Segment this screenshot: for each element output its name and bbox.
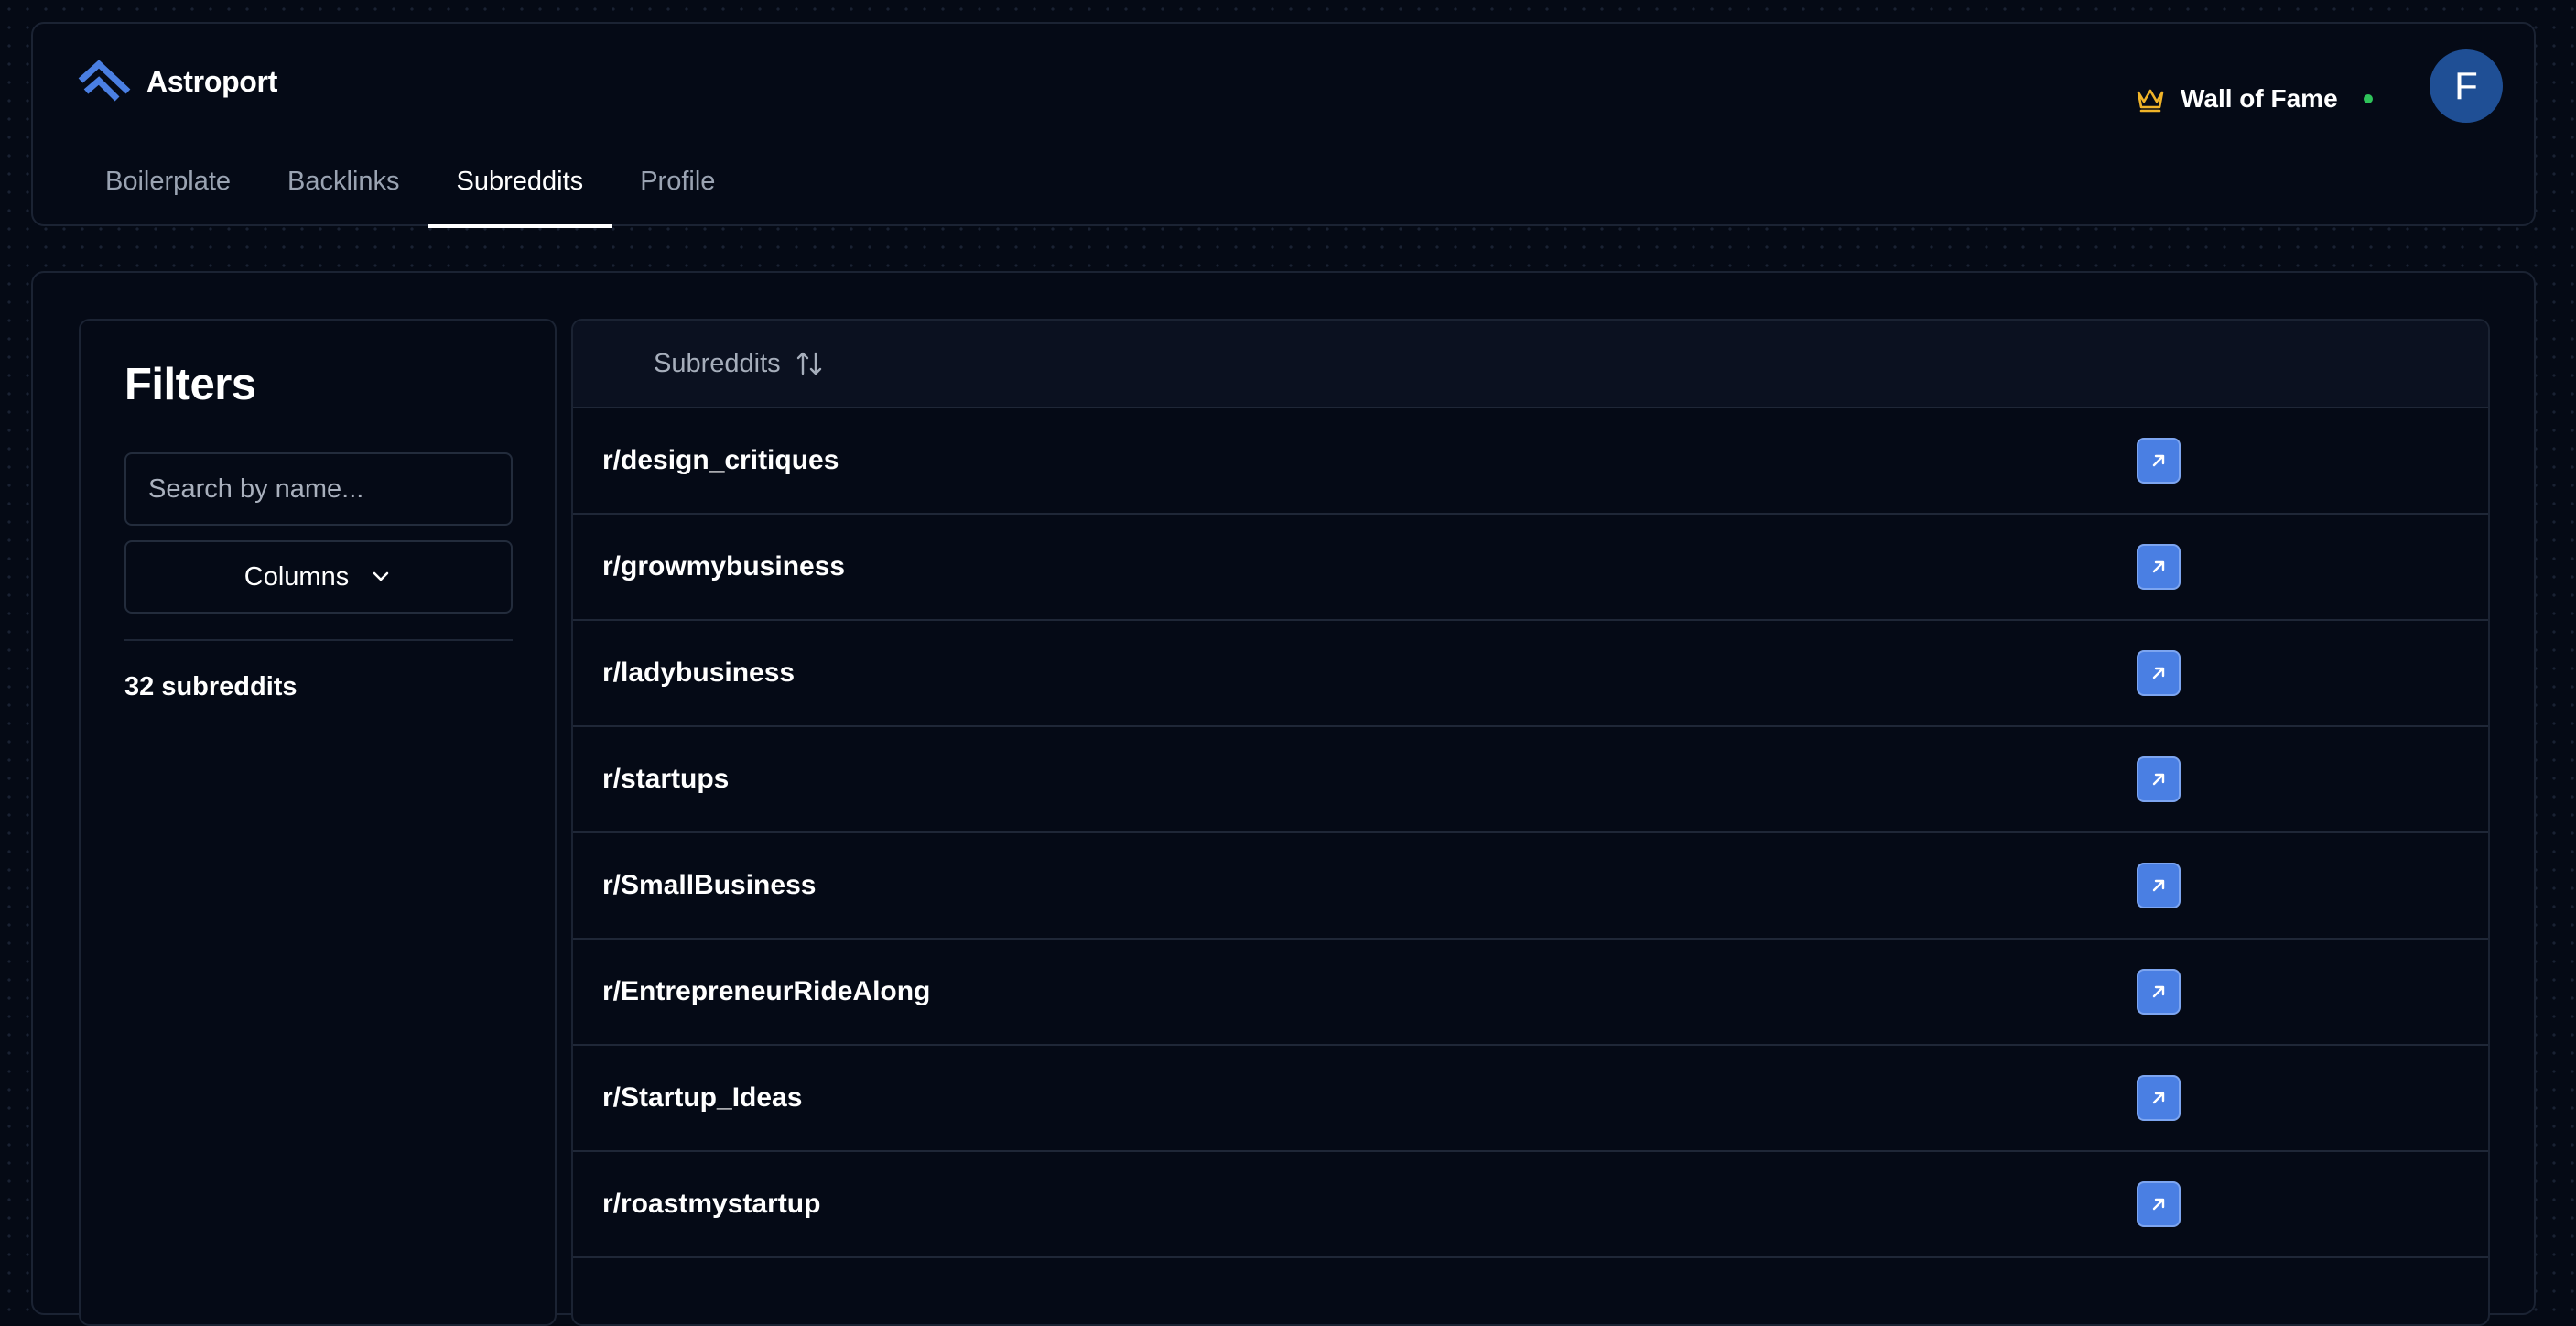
app-logo[interactable]: Astroport	[77, 59, 277, 104]
crown-icon	[2137, 89, 2164, 113]
open-subreddit-button[interactable]	[2137, 1181, 2181, 1227]
table-row: r/startups	[573, 727, 2488, 833]
subreddits-table: Subreddits r/design_critiques r/growmybu…	[571, 319, 2490, 1326]
tab-boilerplate[interactable]: Boilerplate	[77, 161, 259, 228]
subreddit-name: r/ladybusiness	[602, 658, 796, 688]
subreddit-name: r/roastmystartup	[602, 1189, 821, 1219]
external-link-arrow-icon	[2152, 1092, 2165, 1104]
subreddit-count: 32 subreddits	[124, 672, 298, 701]
table-row-partial	[573, 1258, 2488, 1324]
external-link-arrow-icon	[2152, 667, 2165, 679]
open-subreddit-button[interactable]	[2137, 544, 2181, 590]
columns-label: Columns	[244, 561, 350, 592]
table-row: r/EntrepreneurRideAlong	[573, 940, 2488, 1046]
open-subreddit-button[interactable]	[2137, 650, 2181, 696]
app-name: Astroport	[146, 64, 278, 98]
table-row: r/growmybusiness	[573, 515, 2488, 621]
wall-of-fame-link[interactable]: Wall of Fame	[2135, 84, 2373, 114]
external-link-arrow-icon	[2152, 1198, 2165, 1211]
external-link-arrow-icon	[2152, 879, 2165, 892]
external-link-arrow-icon	[2152, 454, 2165, 467]
wall-of-fame-label: Wall of Fame	[2181, 84, 2338, 113]
open-subreddit-button[interactable]	[2137, 1075, 2181, 1121]
open-subreddit-button[interactable]	[2137, 756, 2181, 802]
open-subreddit-button[interactable]	[2137, 969, 2181, 1015]
subreddit-name: r/EntrepreneurRideAlong	[602, 976, 931, 1006]
top-header: Astroport Wall of Fame F Boilerplate Bac…	[31, 22, 2536, 228]
open-subreddit-button[interactable]	[2137, 438, 2181, 484]
table-header: Subreddits	[573, 321, 2488, 408]
external-link-arrow-icon	[2152, 773, 2165, 786]
subreddit-name: r/growmybusiness	[602, 551, 846, 581]
external-link-arrow-icon	[2152, 560, 2165, 573]
column-header-subreddits: Subreddits	[654, 348, 781, 378]
subreddit-name: r/SmallBusiness	[602, 870, 817, 900]
sort-arrows-icon	[796, 352, 821, 375]
table-row: r/Startup_Ideas	[573, 1046, 2488, 1152]
table-row: r/SmallBusiness	[573, 833, 2488, 940]
filters-title: Filters	[124, 360, 256, 409]
subreddit-name: r/design_critiques	[602, 445, 839, 475]
external-link-arrow-icon	[2152, 985, 2165, 998]
user-avatar[interactable]: F	[2430, 49, 2503, 123]
subreddit-name: r/startups	[602, 764, 730, 794]
table-row: r/design_critiques	[573, 408, 2488, 515]
columns-dropdown-button[interactable]: Columns	[124, 540, 513, 614]
main-content-card: Filters Columns 32 subreddits Subreddits…	[31, 271, 2536, 1326]
chevron-down-icon	[373, 571, 389, 581]
astroport-chevrons-icon	[78, 60, 131, 102]
search-input[interactable]	[124, 452, 513, 526]
table-row: r/roastmystartup	[573, 1152, 2488, 1258]
subreddit-name: r/Startup_Ideas	[602, 1082, 803, 1113]
status-dot	[2363, 94, 2373, 103]
open-subreddit-button[interactable]	[2137, 863, 2181, 908]
tab-subreddits[interactable]: Subreddits	[428, 161, 612, 228]
tab-backlinks[interactable]: Backlinks	[259, 161, 428, 228]
filters-divider	[124, 639, 513, 641]
table-row: r/ladybusiness	[573, 621, 2488, 727]
sort-subreddits-button[interactable]: Subreddits	[654, 348, 825, 379]
tab-profile[interactable]: Profile	[612, 161, 743, 228]
filters-panel: Filters Columns 32 subreddits	[79, 319, 557, 1326]
main-tabs: Boilerplate Backlinks Subreddits Profile	[77, 161, 743, 228]
